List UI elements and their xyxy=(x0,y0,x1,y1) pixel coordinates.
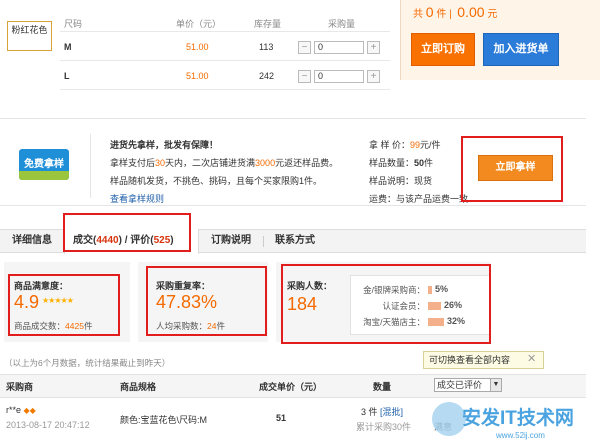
data-period-note: （以上为6个月数据，统计结果截止到昨天） xyxy=(4,358,171,368)
sample-rules-link[interactable]: 查看拿样规则 xyxy=(110,192,164,205)
qty-plus-button[interactable]: + xyxy=(367,69,380,83)
qty-minus-button[interactable]: − xyxy=(298,40,311,54)
row-divider xyxy=(60,60,390,61)
close-icon[interactable]: ✕ xyxy=(527,353,536,365)
header-stock: 库存量 xyxy=(254,19,282,29)
review-filter-select[interactable]: 成交已评价 ▼ xyxy=(434,378,502,392)
sample-refund-policy: 拿样支付后30天内，二次店铺进货满3000元返还样品费。 xyxy=(110,158,339,168)
sample-quantity: 样品数量：50件 xyxy=(369,158,434,168)
col-price: 成交单价（元） xyxy=(259,382,323,392)
header-qty: 采购量 xyxy=(328,19,356,29)
qty-stepper-m: − 0 + xyxy=(298,40,380,54)
trade-price: 51 xyxy=(276,413,287,423)
qty-input-l[interactable]: 0 xyxy=(314,69,364,83)
price-m: 51.00 xyxy=(186,42,209,52)
qty-minus-button[interactable]: − xyxy=(298,69,311,83)
total-count: 0 xyxy=(425,4,434,20)
diamond-icon: ◆◆ xyxy=(23,406,36,415)
watermark-logo-icon xyxy=(432,402,466,436)
highlight-box xyxy=(146,266,267,336)
trade-total: 累计采购30件 xyxy=(356,422,412,432)
tab-detail[interactable]: 详细信息 xyxy=(12,229,52,253)
highlight-box xyxy=(461,136,563,202)
highlight-box xyxy=(281,264,491,344)
col-buyer: 采购商 xyxy=(6,382,34,392)
col-qty: 数量 xyxy=(373,382,392,392)
divider xyxy=(90,134,91,198)
tab-divider xyxy=(263,236,264,247)
watermark-text: 安发IT技术网 xyxy=(462,408,574,429)
highlight-box xyxy=(8,274,120,336)
row-divider xyxy=(60,89,390,90)
qty-stepper-l: − 0 + xyxy=(298,69,380,83)
sample-headline: 进货先拿样，批发有保障！ xyxy=(110,140,219,150)
sample-price: 拿 样 价：99元/件 xyxy=(369,140,441,150)
header-size: 尺码 xyxy=(64,19,83,29)
tab-contact[interactable]: 联系方式 xyxy=(275,229,315,253)
price-l: 51.00 xyxy=(186,71,209,81)
header-price: 单价（元） xyxy=(176,19,222,29)
order-total: 共 0 件 | 0.00 元 xyxy=(413,4,498,20)
trade-spec: 颜色:宝蓝花色\尺码:M xyxy=(120,415,207,425)
watermark-url: www.52ij.com xyxy=(496,431,545,440)
row-divider xyxy=(60,31,390,32)
stock-l: 242 xyxy=(259,71,275,81)
qty-input-m[interactable]: 0 xyxy=(314,40,364,54)
buyer-name: r**e ◆◆ xyxy=(6,405,36,415)
total-amount: 0.00 xyxy=(457,4,485,20)
trade-qty: 3 件 [混批] xyxy=(361,407,404,417)
order-now-button[interactable]: 立即订购 xyxy=(411,33,475,66)
size-label-m: M xyxy=(64,42,72,52)
chevron-down-icon: ▼ xyxy=(490,379,501,391)
trade-time: 2013-08-17 20:47:12 xyxy=(6,420,90,430)
sample-shipping-note: 样品随机发货，不挑色、挑码，且每个买家限购1件。 xyxy=(110,176,323,186)
stock-m: 113 xyxy=(259,42,274,52)
add-to-cart-button[interactable]: 加入进货单 xyxy=(483,33,559,66)
col-spec: 商品规格 xyxy=(120,382,157,392)
tab-order-info[interactable]: 订购说明 xyxy=(211,229,251,253)
sample-shipping: 运费：与该产品运费一致 xyxy=(369,194,469,204)
highlight-box xyxy=(63,213,191,252)
qty-plus-button[interactable]: + xyxy=(367,40,380,54)
color-option-pink[interactable]: 粉红花色 xyxy=(7,21,52,51)
free-sample-icon: 免费拿样 xyxy=(19,149,69,180)
switch-tooltip: 可切换查看全部内容 xyxy=(423,351,544,369)
size-label-l: L xyxy=(64,71,70,81)
sample-description: 样品说明：现货 xyxy=(369,176,433,186)
